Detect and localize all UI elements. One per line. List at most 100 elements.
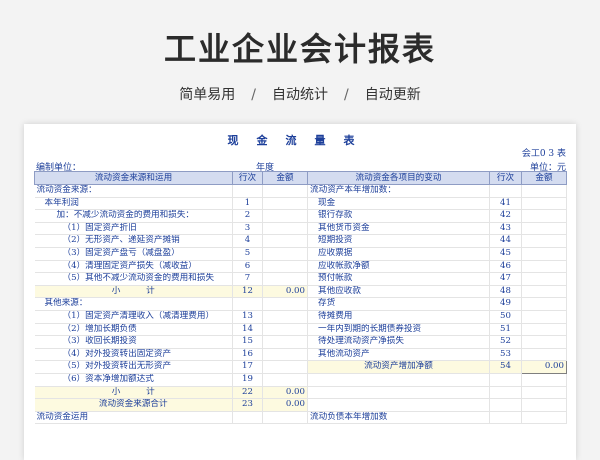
right-item-cell[interactable]: 流动资产本年增加数： (307, 184, 490, 198)
left-item-cell[interactable]: （3）收回长期投资 (34, 335, 233, 349)
left-item-cell[interactable]: （5）对外投资转出无形资产 (34, 360, 233, 374)
left-amount-cell[interactable] (262, 411, 308, 425)
right-amount-cell[interactable]: 0.00 (521, 360, 567, 374)
right-amount-cell[interactable] (521, 285, 567, 299)
right-item-cell[interactable]: 其他流动资产 (307, 348, 490, 362)
right-item-cell[interactable]: 其他应收款 (307, 285, 490, 299)
right-item-cell[interactable] (307, 386, 490, 400)
right-row-no-cell[interactable]: 52 (489, 335, 522, 349)
left-amount-cell[interactable]: 0.00 (262, 398, 308, 412)
right-amount-cell[interactable] (521, 348, 567, 362)
right-item-cell[interactable]: 银行存款 (307, 209, 490, 223)
left-row-no-cell[interactable]: 5 (232, 247, 263, 261)
left-amount-cell[interactable] (262, 297, 308, 311)
left-row-no-cell[interactable]: 15 (232, 335, 263, 349)
right-row-no-cell[interactable]: 48 (489, 285, 522, 299)
right-amount-cell[interactable] (521, 386, 567, 400)
right-amount-cell[interactable] (521, 335, 567, 349)
left-amount-cell[interactable] (262, 360, 308, 374)
left-amount-cell[interactable] (262, 323, 308, 337)
left-item-cell[interactable]: （5）其他不减少流动资金的费用和损失 (34, 272, 233, 286)
left-amount-cell[interactable] (262, 260, 308, 274)
right-amount-cell[interactable] (521, 247, 567, 261)
right-item-cell[interactable]: 预付帐款 (307, 272, 490, 286)
left-item-cell[interactable]: （6）资本净增加额达式 (34, 373, 233, 387)
left-item-cell[interactable]: （2）增加长期负债 (34, 323, 233, 337)
left-amount-cell[interactable] (262, 209, 308, 223)
left-row-no-cell[interactable]: 3 (232, 222, 263, 236)
right-item-cell[interactable]: 一年内到期的长期债券投资 (307, 323, 490, 337)
right-amount-cell[interactable] (521, 260, 567, 274)
left-item-cell[interactable]: （1）固定资产折旧 (34, 222, 233, 236)
left-item-cell[interactable]: 其他来源： (34, 297, 233, 311)
left-item-cell[interactable]: 本年利润 (34, 197, 233, 211)
right-amount-cell[interactable] (521, 272, 567, 286)
right-row-no-cell[interactable]: 43 (489, 222, 522, 236)
left-row-no-cell[interactable]: 19 (232, 373, 263, 387)
right-row-no-cell[interactable]: 46 (489, 260, 522, 274)
left-amount-cell[interactable] (262, 310, 308, 324)
left-row-no-cell[interactable]: 16 (232, 348, 263, 362)
right-item-cell[interactable]: 流动负债本年增加数 (307, 411, 490, 425)
left-row-no-cell[interactable]: 4 (232, 234, 263, 248)
left-item-cell[interactable]: 小 计 (34, 285, 233, 299)
left-row-no-cell[interactable]: 14 (232, 323, 263, 337)
right-item-cell[interactable] (307, 373, 490, 387)
left-item-cell[interactable]: （3）固定资产盘亏（减盘盈） (34, 247, 233, 261)
left-amount-cell[interactable] (262, 335, 308, 349)
right-row-no-cell[interactable]: 49 (489, 297, 522, 311)
right-row-no-cell[interactable] (489, 373, 522, 387)
right-row-no-cell[interactable]: 50 (489, 310, 522, 324)
left-row-no-cell[interactable]: 12 (232, 285, 263, 299)
left-amount-cell[interactable] (262, 234, 308, 248)
right-item-cell[interactable]: 存货 (307, 297, 490, 311)
left-row-no-cell[interactable]: 22 (232, 386, 263, 400)
left-amount-cell[interactable] (262, 184, 308, 198)
left-amount-cell[interactable] (262, 247, 308, 261)
right-item-cell[interactable]: 待处理流动资产净损失 (307, 335, 490, 349)
right-item-cell[interactable]: 流动资产增加净额 (307, 360, 490, 374)
right-item-cell[interactable]: 其他货币资金 (307, 222, 490, 236)
right-amount-cell[interactable] (521, 184, 567, 198)
right-amount-cell[interactable] (521, 297, 567, 311)
left-item-cell[interactable]: 流动资金运用 (34, 411, 233, 425)
right-row-no-cell[interactable]: 42 (489, 209, 522, 223)
left-item-cell[interactable]: （4）清理固定资产损失（减收益） (34, 260, 233, 274)
left-item-cell[interactable]: （4）对外投资转出固定资产 (34, 348, 233, 362)
left-row-no-cell[interactable] (232, 184, 263, 198)
left-row-no-cell[interactable]: 2 (232, 209, 263, 223)
right-row-no-cell[interactable] (489, 386, 522, 400)
left-amount-cell[interactable] (262, 373, 308, 387)
left-amount-cell[interactable] (262, 197, 308, 211)
left-item-cell[interactable]: （2）无形资产、递延资产摊销 (34, 234, 233, 248)
right-item-cell[interactable] (307, 398, 490, 412)
right-item-cell[interactable]: 现金 (307, 197, 490, 211)
right-row-no-cell[interactable] (489, 184, 522, 198)
left-amount-cell[interactable] (262, 348, 308, 362)
right-amount-cell[interactable] (521, 222, 567, 236)
right-row-no-cell[interactable]: 47 (489, 272, 522, 286)
left-amount-cell[interactable]: 0.00 (262, 285, 308, 299)
right-row-no-cell[interactable]: 53 (489, 348, 522, 362)
right-amount-cell[interactable] (521, 373, 567, 387)
left-amount-cell[interactable] (262, 272, 308, 286)
right-row-no-cell[interactable] (489, 411, 522, 425)
left-row-no-cell[interactable] (232, 297, 263, 311)
right-amount-cell[interactable] (521, 234, 567, 248)
right-amount-cell[interactable] (521, 197, 567, 211)
right-item-cell[interactable]: 应收帐款净额 (307, 260, 490, 274)
right-amount-cell[interactable] (521, 310, 567, 324)
left-row-no-cell[interactable]: 6 (232, 260, 263, 274)
left-row-no-cell[interactable]: 23 (232, 398, 263, 412)
right-item-cell[interactable]: 应收票据 (307, 247, 490, 261)
left-amount-cell[interactable] (262, 222, 308, 236)
right-row-no-cell[interactable]: 44 (489, 234, 522, 248)
right-amount-cell[interactable] (521, 411, 567, 425)
left-item-cell[interactable]: 流动资金来源： (34, 184, 233, 198)
left-item-cell[interactable]: 流动资金来源合计 (34, 398, 233, 412)
right-row-no-cell[interactable]: 54 (489, 360, 522, 374)
right-amount-cell[interactable] (521, 323, 567, 337)
left-row-no-cell[interactable] (232, 411, 263, 425)
right-row-no-cell[interactable]: 45 (489, 247, 522, 261)
right-amount-cell[interactable] (521, 209, 567, 223)
